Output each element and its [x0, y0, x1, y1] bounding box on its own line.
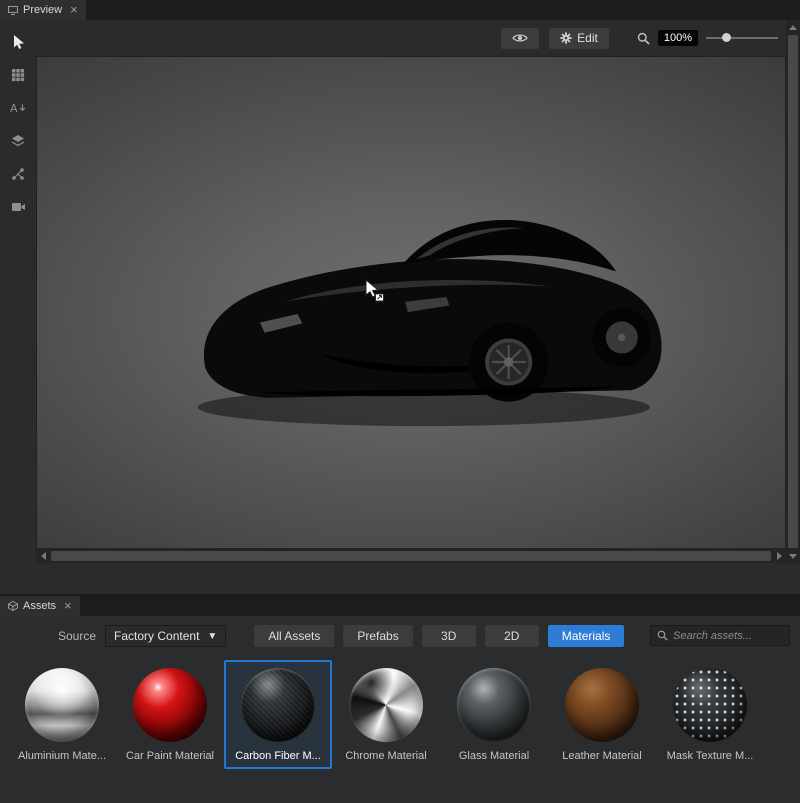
asset-label: Chrome Material	[345, 750, 426, 762]
chrome-material-thumbnail	[349, 668, 423, 742]
layers-button[interactable]	[5, 129, 31, 153]
triangle-left-icon	[41, 552, 46, 560]
filter-materials[interactable]: Materials	[548, 625, 625, 647]
asset-item-mask-texture[interactable]: Mask Texture M...	[656, 660, 764, 769]
scroll-right-button[interactable]	[772, 549, 786, 563]
asset-item-leather[interactable]: Leather Material	[548, 660, 656, 769]
preview-tabbar: Preview ×	[0, 0, 800, 20]
scroll-down-button[interactable]	[786, 549, 800, 563]
gear-icon	[560, 32, 572, 44]
source-dropdown[interactable]: Factory Content ▼	[105, 625, 226, 647]
scroll-left-button[interactable]	[36, 549, 50, 563]
magnifier-icon	[637, 32, 650, 45]
svg-text:A: A	[10, 102, 18, 115]
triangle-down-icon	[789, 554, 797, 559]
asset-label: Mask Texture M...	[667, 750, 754, 762]
camera-icon	[11, 201, 26, 213]
zoom-level-value: 100%	[658, 30, 698, 46]
asset-item-glass[interactable]: Glass Material	[440, 660, 548, 769]
horizontal-scrollbar[interactable]	[36, 549, 786, 563]
node-graph-icon	[11, 167, 25, 181]
preview-tab-icon	[8, 6, 18, 15]
3d-viewport[interactable]	[36, 56, 786, 549]
asset-label: Glass Material	[459, 750, 529, 762]
tab-assets[interactable]: Assets ×	[0, 596, 80, 616]
eye-icon	[512, 33, 528, 43]
assets-panel: Source Factory Content ▼ All Assets Pref…	[0, 616, 800, 803]
left-toolbar: A	[0, 20, 36, 594]
asset-label: Car Paint Material	[126, 750, 214, 762]
zoom-slider-track[interactable]	[706, 37, 778, 39]
glass-material-thumbnail	[457, 668, 531, 742]
vertical-scrollbar-thumb[interactable]	[788, 35, 798, 548]
visibility-button[interactable]	[501, 28, 539, 49]
text-tool-button[interactable]: A	[5, 96, 31, 120]
asset-grid: Aluminium Mate... Car Paint Material Car…	[8, 660, 800, 769]
app-window: Preview × A Edit	[0, 0, 800, 803]
filter-all-assets[interactable]: All Assets	[254, 625, 334, 647]
triangle-right-icon	[777, 552, 782, 560]
filter-prefabs[interactable]: Prefabs	[343, 625, 412, 647]
zoom-slider-thumb[interactable]	[722, 33, 731, 42]
table-view-button[interactable]	[5, 63, 31, 87]
search-input[interactable]	[673, 630, 783, 642]
asset-label: Carbon Fiber M...	[235, 750, 321, 762]
edit-button-label: Edit	[577, 31, 598, 45]
close-assets-tab-button[interactable]: ×	[64, 601, 72, 611]
cursor-arrow-icon	[11, 34, 25, 50]
search-icon	[657, 630, 668, 641]
scroll-up-button[interactable]	[786, 20, 800, 34]
table-icon	[11, 68, 25, 82]
assets-tab-label: Assets	[23, 600, 56, 612]
leather-material-thumbnail	[565, 668, 639, 742]
source-dropdown-value: Factory Content	[114, 629, 199, 643]
asset-filters: All Assets Prefabs 3D 2D Materials	[254, 625, 633, 647]
horizontal-scrollbar-thumb[interactable]	[51, 551, 771, 561]
vertical-scrollbar[interactable]	[786, 20, 800, 563]
zoom-slider[interactable]	[706, 31, 778, 45]
assets-tab-icon	[8, 601, 18, 611]
filter-2d[interactable]: 2D	[485, 625, 539, 647]
tab-preview[interactable]: Preview ×	[0, 0, 86, 20]
aluminium-material-thumbnail	[25, 668, 99, 742]
node-graph-button[interactable]	[5, 162, 31, 186]
caret-down-icon: ▼	[207, 631, 217, 642]
triangle-up-icon	[789, 25, 797, 30]
mouse-cursor	[363, 279, 385, 303]
camera-view-button[interactable]	[5, 195, 31, 219]
car-paint-material-thumbnail	[133, 668, 207, 742]
zoom-controls: 100%	[637, 30, 778, 46]
car-model	[177, 157, 667, 437]
asset-label: Aluminium Mate...	[18, 750, 106, 762]
asset-item-carbon-fiber[interactable]: Carbon Fiber M...	[224, 660, 332, 769]
mask-texture-material-thumbnail	[673, 668, 747, 742]
close-preview-tab-button[interactable]: ×	[70, 5, 78, 15]
carbon-fiber-material-thumbnail	[241, 668, 315, 742]
assets-toolbar: Source Factory Content ▼ All Assets Pref…	[0, 624, 800, 648]
asset-search[interactable]	[650, 625, 790, 646]
filter-3d[interactable]: 3D	[422, 625, 476, 647]
select-tool-button[interactable]	[5, 30, 31, 54]
asset-item-aluminium[interactable]: Aluminium Mate...	[8, 660, 116, 769]
asset-item-car-paint[interactable]: Car Paint Material	[116, 660, 224, 769]
preview-tab-label: Preview	[23, 4, 62, 16]
source-label: Source	[58, 629, 96, 643]
layers-icon	[10, 134, 26, 148]
asset-label: Leather Material	[562, 750, 642, 762]
text-sort-icon: A	[10, 101, 26, 115]
asset-item-chrome[interactable]: Chrome Material	[332, 660, 440, 769]
assets-tabbar: Assets ×	[0, 594, 800, 616]
edit-button[interactable]: Edit	[549, 28, 609, 49]
viewport-toolbar: Edit 100%	[501, 27, 778, 49]
